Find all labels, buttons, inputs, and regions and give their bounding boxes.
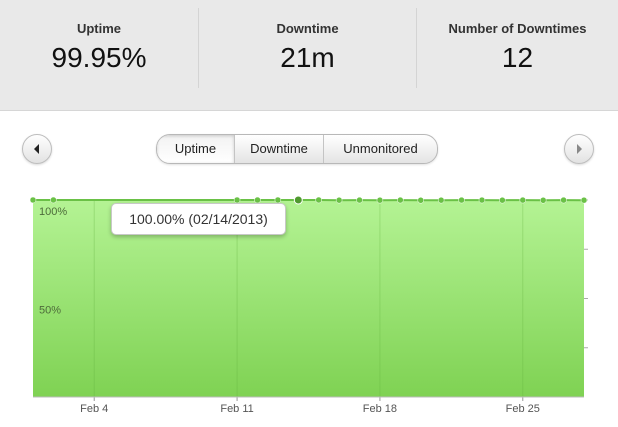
uptime-value: 99.95%	[51, 42, 147, 73]
tab-downtime[interactable]: Downtime	[234, 135, 323, 163]
uptime-label: Uptime	[76, 21, 122, 36]
data-point	[50, 196, 57, 204]
data-point	[499, 196, 506, 204]
x-tick-label: Feb 25	[506, 403, 540, 415]
stats-bar: Uptime 99.95% Downtime 21m Number of Dow…	[0, 0, 618, 111]
next-period-button[interactable]	[564, 134, 594, 164]
chart-tooltip: 100.00% (02/14/2013)	[111, 203, 286, 235]
tab-unmonitored[interactable]: Unmonitored	[323, 135, 437, 163]
tab-uptime[interactable]: Uptime	[157, 135, 234, 163]
x-tick-label: Feb 11	[220, 403, 253, 415]
data-point	[560, 196, 567, 204]
downtime-label: Downtime	[276, 21, 339, 36]
highlighted-data-point	[293, 195, 303, 205]
data-point	[458, 196, 465, 204]
data-point	[335, 196, 343, 204]
downtime-count-stat: Number of Downtimes 12	[417, 0, 618, 110]
uptime-stat: Uptime 99.95%	[0, 0, 198, 110]
data-point	[397, 196, 404, 204]
uptime-chart: 100% 50% Feb 4 Feb 11 Feb 18 Feb 25	[29, 195, 588, 415]
data-point	[356, 196, 363, 204]
downtime-value: 21m	[280, 42, 335, 73]
data-point	[478, 196, 486, 204]
data-point	[580, 196, 588, 204]
data-point	[519, 196, 527, 204]
data-point	[539, 197, 547, 204]
chevron-right-icon	[577, 144, 582, 154]
y-tick-label: 100%	[39, 206, 67, 218]
downtime-count-value: 12	[501, 42, 534, 73]
data-point	[29, 196, 37, 204]
x-tick-label: Feb 18	[363, 403, 397, 415]
data-point	[437, 196, 445, 204]
y-tick-label: 50%	[39, 305, 61, 317]
chevron-left-icon	[34, 144, 39, 154]
downtime-stat: Downtime 21m	[199, 0, 416, 110]
downtime-count-label: Number of Downtimes	[448, 21, 587, 36]
data-point	[315, 196, 322, 204]
data-point	[376, 196, 384, 204]
x-tick-label: Feb 4	[80, 403, 108, 415]
data-point	[417, 197, 424, 204]
previous-period-button[interactable]	[22, 134, 52, 164]
chart-mode-tabs: Uptime Downtime Unmonitored	[156, 134, 438, 164]
